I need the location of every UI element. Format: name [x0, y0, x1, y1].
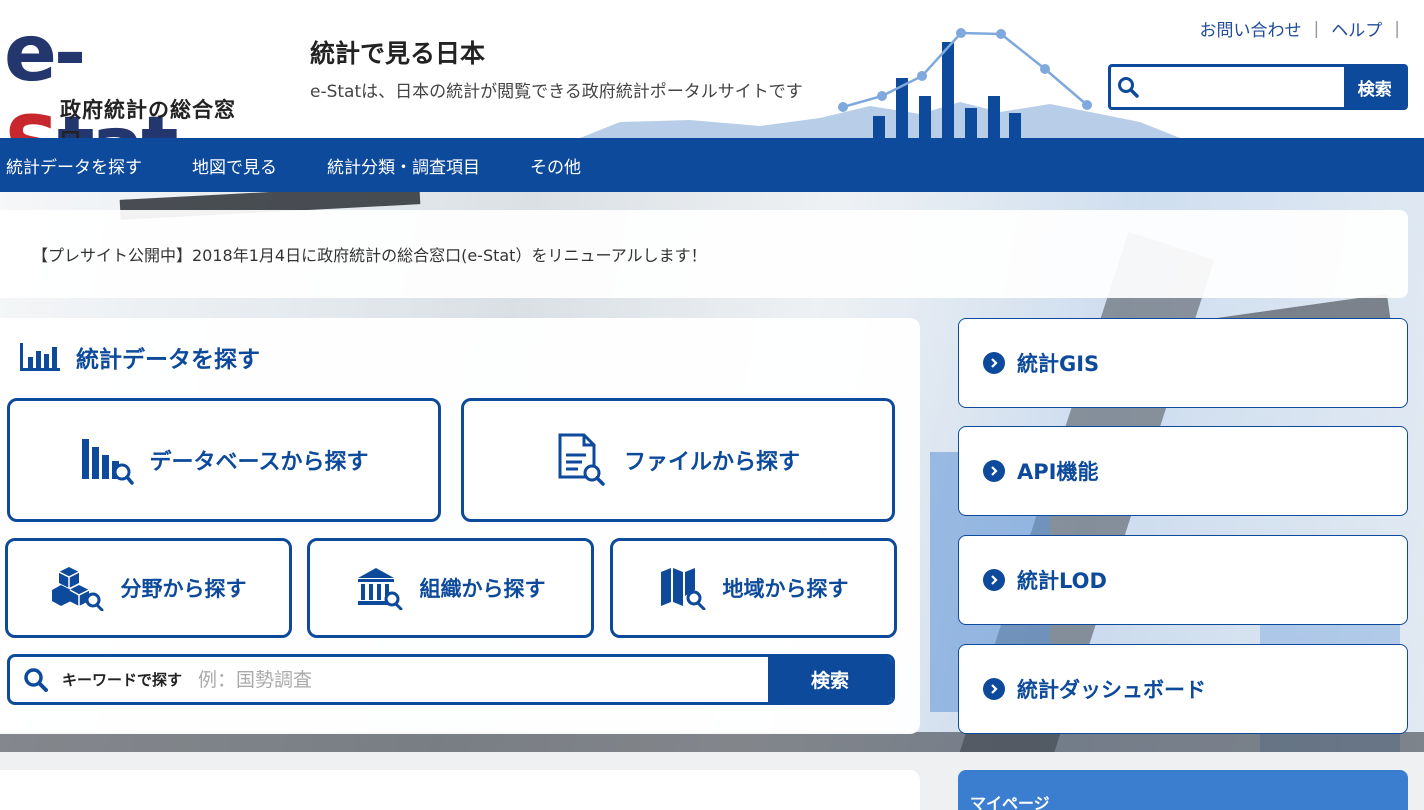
chevron-right-icon	[983, 569, 1005, 591]
panel-header: 統計データを探す	[18, 340, 260, 374]
field-search-button[interactable]: 分野から探す	[5, 538, 292, 638]
contact-link[interactable]: お問い合わせ	[1200, 16, 1302, 41]
nav-item-other[interactable]: その他	[505, 138, 606, 192]
side-link-gis[interactable]: 統計GIS	[958, 318, 1408, 408]
site-title: 統計で見る日本	[310, 39, 486, 68]
side-link-lod[interactable]: 統計LOD	[958, 535, 1408, 625]
field-search-label: 分野から探す	[120, 577, 247, 601]
estat-logo[interactable]: e-Stat 政府統計の総合窓口	[4, 8, 254, 138]
chevron-right-icon	[983, 678, 1005, 700]
region-search-label: 地域から探す	[722, 577, 849, 601]
side-link-label: 統計LOD	[1017, 569, 1107, 593]
database-search-label: データベースから探す	[149, 450, 369, 475]
organization-search-button[interactable]: 組織から探す	[307, 538, 594, 638]
header-search: 検索	[1108, 64, 1408, 110]
side-link-label: 統計GIS	[1017, 352, 1100, 376]
bar-chart-icon	[20, 343, 60, 371]
header-search-input[interactable]	[1144, 67, 1345, 107]
lower-content-card	[0, 770, 920, 810]
mypage-header[interactable]: マイページ	[958, 770, 1408, 810]
site-header: e-Stat 政府統計の総合窓口 統計で見る日本 e-Statは、日本の統計が閲…	[0, 0, 1424, 138]
database-search-icon	[81, 439, 134, 485]
keyword-search-button[interactable]: 検索	[768, 657, 892, 702]
nav-item-classification[interactable]: 統計分類・調査項目	[302, 138, 505, 192]
search-icon	[10, 667, 62, 693]
file-search-label: ファイルから探す	[623, 450, 800, 475]
header-chart-illustration	[580, 28, 1180, 138]
help-link[interactable]: ヘルプ	[1331, 16, 1382, 41]
chevron-right-icon	[983, 460, 1005, 482]
file-search-button[interactable]: ファイルから探す	[461, 398, 895, 522]
chevron-right-icon	[983, 352, 1005, 374]
keyword-search: キーワードで探す 検索	[7, 654, 895, 705]
announcement-banner: 【プレサイト公開中】2018年1月4日に政府統計の総合窓口(e-Stat）をリニ…	[0, 210, 1408, 298]
side-link-dashboard[interactable]: 統計ダッシュボード	[958, 644, 1408, 734]
logo-prefix: e-	[4, 9, 86, 99]
map-search-icon	[660, 568, 705, 610]
file-search-icon	[558, 433, 605, 486]
nav-item-map[interactable]: 地図で見る	[167, 138, 302, 192]
keyword-search-input[interactable]	[198, 657, 768, 702]
main-nav: 統計データを探す 地図で見る 統計分類・調査項目 その他	[0, 138, 1424, 192]
mypage-label: マイページ	[970, 794, 1050, 810]
organization-search-label: 組織から探す	[419, 577, 546, 601]
logo-s: S	[4, 101, 60, 138]
panel-title: 統計データを探す	[76, 347, 260, 373]
nav-item-search-data[interactable]: 統計データを探す	[0, 138, 167, 192]
side-link-label: 統計ダッシュボード	[1017, 678, 1206, 702]
utility-links: お問い合わせ | ヘルプ |	[1200, 16, 1400, 42]
header-search-button[interactable]: 検索	[1344, 67, 1405, 107]
side-link-label: API機能	[1017, 460, 1099, 484]
database-search-button[interactable]: データベースから探す	[7, 398, 441, 522]
side-link-api[interactable]: API機能	[958, 426, 1408, 516]
search-data-panel: 統計データを探す データベースから探す ファイルから探す 分野から探す 組織から…	[0, 318, 920, 734]
separator: |	[1394, 18, 1400, 39]
search-icon	[1111, 67, 1144, 107]
separator: |	[1313, 18, 1320, 39]
building-search-icon	[357, 568, 402, 610]
region-search-button[interactable]: 地域から探す	[610, 538, 897, 638]
cubes-search-icon	[51, 567, 103, 611]
logo-subtitle: 政府統計の総合窓口	[60, 98, 236, 138]
announcement-text[interactable]: 【プレサイト公開中】2018年1月4日に政府統計の総合窓口(e-Stat）をリニ…	[32, 242, 707, 266]
keyword-search-label: キーワードで探す	[62, 671, 183, 689]
